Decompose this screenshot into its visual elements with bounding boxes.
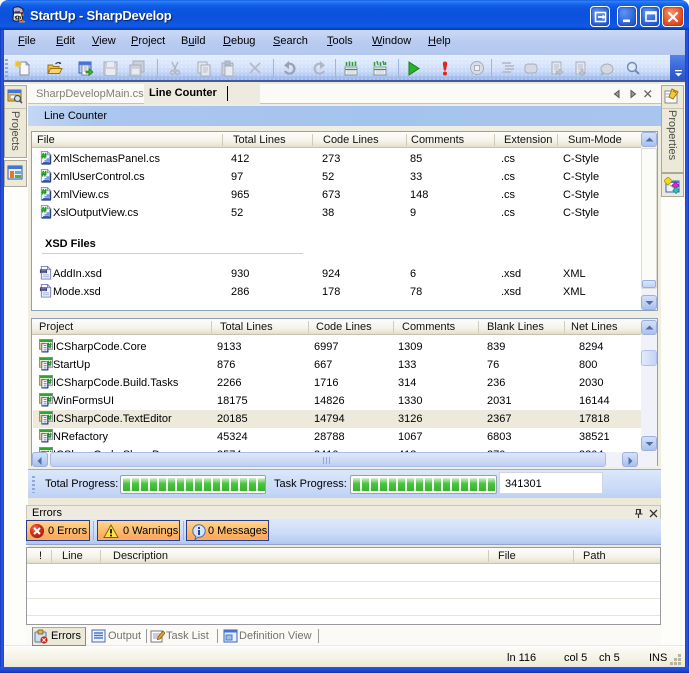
svg-text:sp: sp (14, 16, 21, 22)
